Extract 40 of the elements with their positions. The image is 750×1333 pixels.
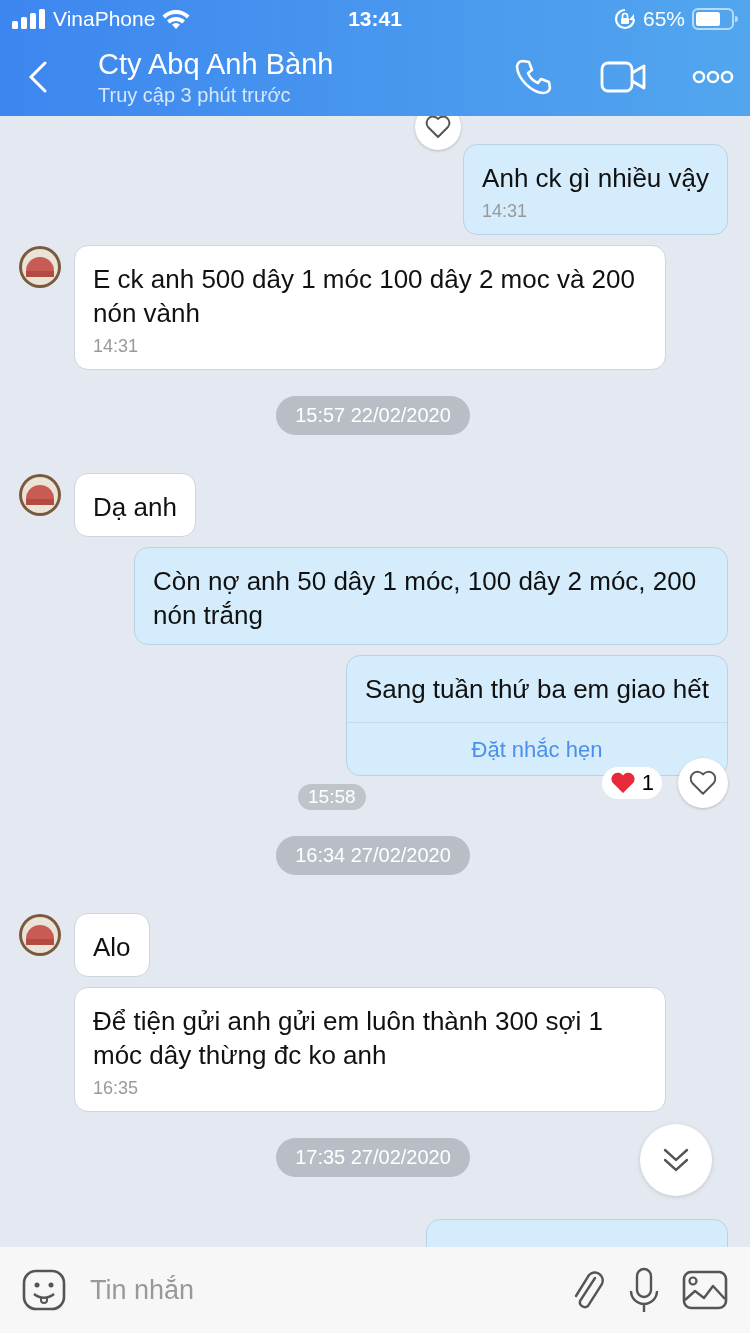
reaction-badge[interactable]: 1 <box>601 767 662 799</box>
battery-icon <box>692 8 738 30</box>
clock: 13:41 <box>347 7 403 31</box>
battery-percent: 65% <box>642 7 685 31</box>
message-text: Anh ck gì nhiều vậy <box>482 162 709 195</box>
back-icon[interactable] <box>28 61 48 93</box>
message-time: 15:58 <box>298 784 366 810</box>
message-text: E ck anh 500 dây 1 móc 100 dây 2 moc và 200 nón vành <box>93 263 636 330</box>
sticker-icon[interactable] <box>22 1269 66 1311</box>
video-call-icon[interactable] <box>600 61 646 93</box>
message-text: Để tiện gửi anh gửi em luôn thành 300 sợi 1 móc dây thừng đc ko anh <box>93 1005 605 1072</box>
message-text: Alo <box>93 931 131 964</box>
avatar[interactable] <box>18 473 62 517</box>
more-icon[interactable] <box>692 70 734 84</box>
image-icon[interactable] <box>682 1270 728 1310</box>
message-text: Còn nợ anh 50 dây 1 móc, 100 dây 2 móc, 200 nón trắng <box>153 565 698 632</box>
rotation-lock-icon <box>613 8 636 30</box>
last-seen: Truy cập 3 phút trước <box>98 83 292 108</box>
carrier-name: VinaPhone <box>53 7 156 31</box>
message-text: Dạ anh <box>93 491 177 524</box>
signal-icon <box>12 9 46 29</box>
scroll-down-button[interactable] <box>640 1124 712 1196</box>
like-button[interactable] <box>678 758 728 808</box>
phone-icon[interactable] <box>514 58 552 96</box>
message-time: 14:31 <box>482 201 529 222</box>
heart-icon <box>425 116 451 139</box>
message-time: 14:31 <box>93 336 140 357</box>
like-button[interactable] <box>415 116 461 150</box>
avatar[interactable] <box>18 245 62 289</box>
message-text: Sang tuần thứ ba em giao hết <box>364 673 709 706</box>
wifi-icon <box>162 9 191 29</box>
heart-icon <box>609 772 636 794</box>
date-separator: 16:34 27/02/2020 <box>276 836 470 875</box>
contact-name: Cty Abq Anh Bành <box>98 47 335 82</box>
heart-icon <box>689 770 717 796</box>
date-separator: 15:57 22/02/2020 <box>276 396 470 435</box>
avatar[interactable] <box>18 913 62 957</box>
message-time: 16:35 <box>93 1078 140 1099</box>
microphone-icon[interactable] <box>628 1267 660 1313</box>
date-separator: 17:35 27/02/2020 <box>276 1138 470 1177</box>
